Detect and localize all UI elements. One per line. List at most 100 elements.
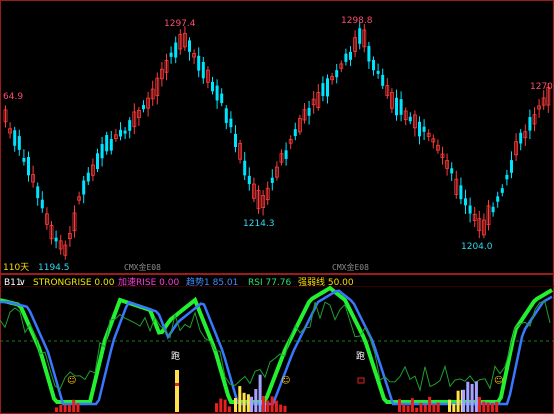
red-bar xyxy=(415,407,419,412)
red-bar xyxy=(72,399,76,412)
candle-body xyxy=(505,174,509,180)
rise-value: 加速RISE 0.00 xyxy=(118,277,179,288)
candle-body xyxy=(399,99,403,115)
candle-body xyxy=(188,40,191,52)
candle-body xyxy=(293,129,297,137)
candle-body xyxy=(169,52,173,57)
red-bar xyxy=(478,397,481,412)
candle-body xyxy=(220,93,224,104)
candle-body xyxy=(372,59,375,71)
candle-body xyxy=(381,74,385,86)
candle-body xyxy=(519,132,523,144)
candle-body xyxy=(422,126,426,132)
candle-body xyxy=(142,105,145,110)
red-bar xyxy=(215,403,218,412)
red-marker-box xyxy=(357,377,365,384)
strongrise-value: STRONGRISE 0.00 xyxy=(33,278,115,288)
red-bar xyxy=(266,400,270,412)
red-bar xyxy=(398,399,401,412)
red-bar xyxy=(219,398,223,412)
red-bar xyxy=(223,399,227,412)
candle-body xyxy=(335,70,339,78)
candle-body xyxy=(326,78,329,97)
candle-body xyxy=(100,143,104,159)
lavender-bar xyxy=(466,381,470,412)
lavender-bar xyxy=(470,383,474,412)
candle-body xyxy=(96,153,99,170)
red-bar xyxy=(274,400,278,412)
red-bar xyxy=(406,405,410,412)
candle-body xyxy=(418,121,421,137)
candle-body xyxy=(307,107,311,116)
smiley-icon-2: ☺ xyxy=(281,375,290,386)
candle-body xyxy=(468,205,472,214)
indicator-series xyxy=(0,285,554,412)
candle-body xyxy=(105,135,109,152)
price-label-trough-mid: 1214.3 xyxy=(243,219,275,229)
candle-body xyxy=(234,133,237,147)
yellow-bar xyxy=(234,397,237,412)
lavender-bar xyxy=(258,374,262,412)
candle-body xyxy=(36,186,40,199)
candle-body xyxy=(54,237,58,242)
red-bar xyxy=(270,396,274,412)
chart-canvas: 64.9 1297.4 1298.8 1270. 1214.3 1194.5 1… xyxy=(0,0,554,414)
yellow-bar xyxy=(456,390,460,412)
trend-value: 趋势1 85.01 xyxy=(186,276,238,288)
smiley-icon-3: ☺ xyxy=(494,375,503,386)
candle-body xyxy=(491,206,495,213)
red-bar xyxy=(262,396,265,412)
candlestick-series xyxy=(3,21,551,260)
candle-body xyxy=(464,198,467,206)
period-label: 110天 xyxy=(3,263,29,273)
lavender-bar xyxy=(250,396,253,412)
red-bar xyxy=(486,402,490,412)
yellow-bar xyxy=(246,394,250,412)
red-bar xyxy=(482,401,486,412)
yellow-bar xyxy=(238,386,242,412)
price-label-trough-right: 1204.0 xyxy=(461,242,493,252)
candle-body xyxy=(247,175,251,185)
red-bar xyxy=(283,405,287,412)
candle-body xyxy=(27,157,30,176)
weak-line-value: 强弱线 50.00 xyxy=(298,276,354,288)
red-bar xyxy=(63,404,67,412)
yellow-bar xyxy=(448,399,451,412)
red-bar xyxy=(423,404,427,412)
watermark-left: CMX金E08 xyxy=(124,262,161,272)
candle-body xyxy=(201,61,205,79)
price-label-trough-left: 1194.5 xyxy=(38,263,70,273)
candle-body xyxy=(528,117,532,131)
red-marker xyxy=(175,383,179,386)
candle-body xyxy=(119,129,122,137)
price-label-right-cut: 1270. xyxy=(530,82,554,92)
candle-body xyxy=(321,83,325,96)
candle-body xyxy=(174,42,178,58)
candle-body xyxy=(284,150,288,159)
candle-body xyxy=(82,180,86,195)
main-panel-border xyxy=(0,0,554,274)
red-bar xyxy=(432,404,436,412)
indicator-dropdown-icon[interactable]: ∨ xyxy=(19,278,26,288)
yellow-spike-bar xyxy=(175,370,179,412)
candle-body xyxy=(500,188,504,193)
lavender-bar xyxy=(254,389,258,412)
watermark-right: CMX金E08 xyxy=(332,262,369,272)
red-bar xyxy=(67,404,71,412)
red-bar xyxy=(59,404,63,412)
run-marker-1: 跑 xyxy=(171,350,180,362)
red-bar xyxy=(495,401,499,412)
yellow-bar xyxy=(242,392,246,412)
price-label-left-cut: 64.9 xyxy=(3,92,23,102)
candle-body xyxy=(243,160,247,176)
red-bar xyxy=(490,403,494,412)
candle-body xyxy=(86,172,90,182)
rsi-value: RSI 77.76 xyxy=(248,278,292,288)
run-marker-2: 跑 xyxy=(356,350,365,362)
candle-body xyxy=(395,97,398,116)
candle-body xyxy=(109,139,113,151)
candle-body xyxy=(224,108,228,123)
candle-body xyxy=(408,116,412,122)
candle-body xyxy=(128,120,132,131)
candle-body xyxy=(215,85,219,101)
